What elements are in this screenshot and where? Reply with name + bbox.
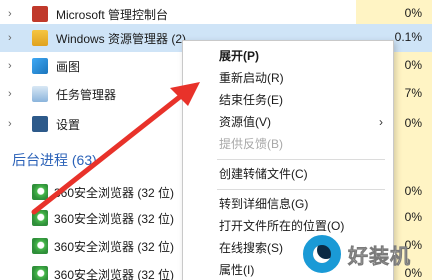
cpu-value: 0%: [404, 58, 422, 72]
cpu-value: 0%: [404, 210, 422, 224]
cpu-value: 0%: [404, 116, 422, 130]
expand-chevron-icon[interactable]: ›: [8, 8, 20, 20]
menu-item-label: 资源值(V): [219, 115, 271, 129]
menu-item-feedback: 提供反馈(B): [219, 137, 283, 151]
folder-icon: [32, 30, 48, 46]
cpu-value: 0.1%: [394, 30, 422, 44]
browser-360-icon: [32, 210, 48, 226]
watermark-logo-icon: [300, 232, 344, 276]
process-label: Windows 资源管理器 (2): [56, 32, 187, 46]
settings-gear-icon: [32, 116, 48, 132]
expand-chevron-icon[interactable]: ›: [8, 32, 20, 44]
watermark: 好装机: [300, 228, 430, 280]
menu-item-create-dump[interactable]: 创建转储文件(C): [183, 163, 393, 185]
mmc-icon: [32, 6, 48, 22]
menu-item-restart[interactable]: 重新启动(R): [183, 67, 393, 89]
menu-separator: [217, 189, 385, 190]
expand-chevron-icon[interactable]: ›: [8, 60, 20, 72]
cpu-value: 7%: [404, 86, 422, 100]
expand-chevron-icon[interactable]: ›: [8, 88, 20, 100]
task-manager-icon: [32, 86, 48, 102]
process-label: 360安全浏览器 (32 位): [54, 240, 175, 254]
cpu-value: 0%: [404, 6, 422, 20]
expand-chevron-icon[interactable]: ›: [8, 118, 20, 130]
process-label: 任务管理器: [56, 88, 117, 102]
process-label: 设置: [56, 118, 81, 132]
cpu-value: 0%: [404, 184, 422, 198]
process-label: Microsoft 管理控制台: [56, 8, 169, 22]
browser-360-icon: [32, 238, 48, 254]
menu-item-resource-values[interactable]: 资源值(V) ›: [183, 111, 393, 133]
process-label: 360安全浏览器 (32 位): [54, 186, 175, 200]
menu-item-go-to-details[interactable]: 转到详细信息(G): [183, 193, 393, 215]
process-label: 360安全浏览器 (32 位): [54, 268, 175, 280]
menu-separator: [217, 159, 385, 160]
submenu-arrow-icon: ›: [379, 115, 383, 129]
process-label: 画图: [56, 60, 81, 74]
browser-360-icon: [32, 266, 48, 280]
paint-icon: [32, 58, 48, 74]
browser-360-icon: [32, 184, 48, 200]
menu-item-expand[interactable]: 展开(P): [183, 45, 393, 67]
background-processes-header: 后台进程 (63): [12, 152, 97, 168]
watermark-text: 好装机: [348, 246, 411, 269]
process-label: 360安全浏览器 (32 位): [54, 212, 175, 226]
menu-item-end-task[interactable]: 结束任务(E): [183, 89, 393, 111]
